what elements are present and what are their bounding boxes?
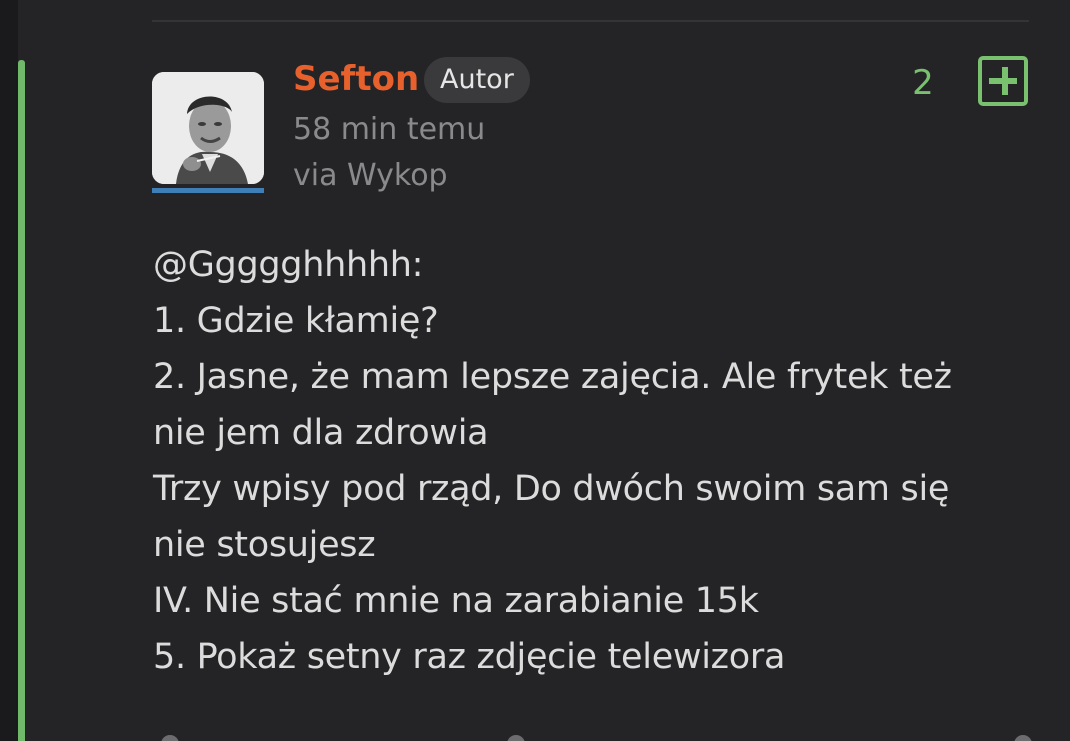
avatar-image	[152, 72, 264, 184]
avatar-underline	[152, 188, 264, 193]
author-badge: Autor	[424, 57, 530, 103]
comment-body: @Ggggghhhhh: 1. Gdzie kłamię? 2. Jasne, …	[153, 237, 1033, 685]
comment-line: 1. Gdzie kłamię?	[153, 301, 439, 341]
plus-icon[interactable]	[978, 56, 1028, 106]
comment-line: IV. Nie stać mnie na zarabianie 15k	[153, 581, 759, 621]
vote-count[interactable]: 2	[905, 60, 941, 106]
author-username[interactable]: Sefton	[293, 57, 419, 101]
comment-line: nie stosujesz	[153, 525, 376, 565]
thread-indicator-line	[18, 60, 25, 741]
comment-source: via Wykop	[293, 158, 448, 193]
divider	[152, 20, 1029, 22]
page: Sefton Autor 58 min temu via Wykop 2 @Gg…	[0, 0, 1070, 741]
mention-link[interactable]: @Ggggghhhhh:	[153, 237, 1033, 293]
comment-timestamp[interactable]: 58 min temu	[293, 110, 485, 150]
comment-line: 5. Pokaż setny raz zdjęcie telewizora	[153, 637, 786, 677]
comment-line: Trzy wpisy pod rząd, Do dwóch swoim sam …	[153, 469, 950, 509]
avatar-link[interactable]	[152, 72, 264, 196]
comment-line: 2. Jasne, że mam lepsze zajęcia. Ale fry…	[153, 357, 952, 397]
comment-line: nie jem dla zdrowia	[153, 413, 489, 453]
avatar	[152, 72, 264, 184]
